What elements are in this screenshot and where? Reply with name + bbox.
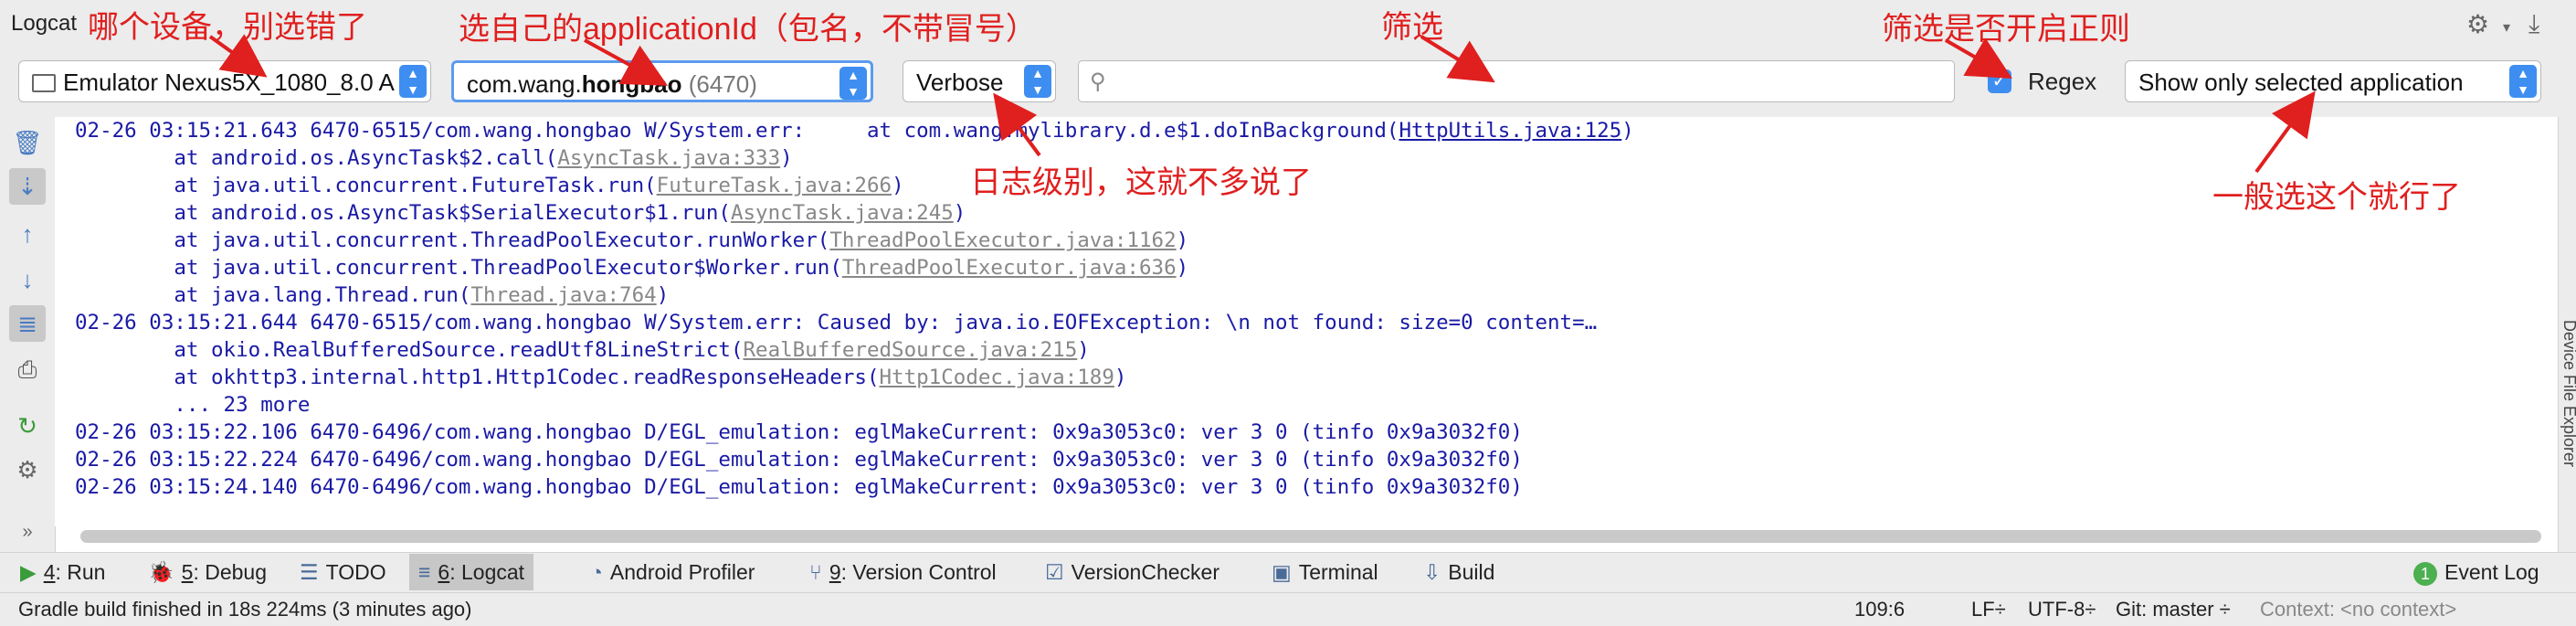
annotation-device: 哪个设备，别选错了 <box>88 10 367 45</box>
annotation-level: 日志级别，这就不多说了 <box>970 165 1312 200</box>
annotation-arrow-level <box>993 92 1041 157</box>
annotation-mode: 一般选这个就行了 <box>2212 180 2461 215</box>
annotation-regex: 筛选是否开启正则 <box>1882 12 2130 47</box>
annotation-arrow-mode <box>2254 90 2316 174</box>
annotation-filter: 筛选 <box>1381 10 1443 45</box>
annotation-arrows <box>208 34 2316 174</box>
annotation-app: 选自己的applicationId（包名，不带冒号） <box>459 12 1037 47</box>
